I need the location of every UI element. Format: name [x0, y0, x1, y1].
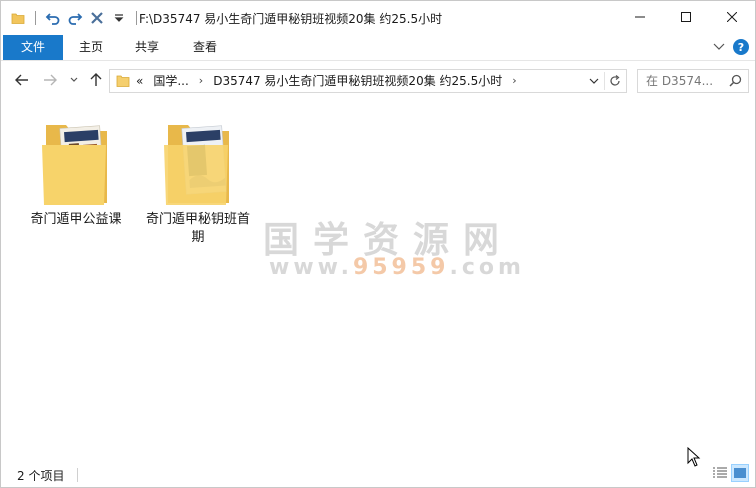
status-bar: 2 个项目	[1, 461, 755, 487]
navigation-bar: « 国学... › D35747 易小生奇门遁甲秘钥班视频20集 约25.5小时…	[1, 63, 755, 99]
ribbon-tabs: 文件 主页 共享 查看 ?	[1, 35, 755, 61]
item-count: 2 个项目	[17, 469, 65, 483]
divider	[136, 11, 137, 25]
folder-name: 奇门遁甲公益课	[30, 212, 122, 227]
search-icon	[729, 74, 742, 90]
folder-name: 奇门遁甲秘钥班首期	[145, 212, 250, 245]
refresh-button[interactable]	[604, 72, 624, 90]
breadcrumb-separator[interactable]: ›	[512, 70, 516, 92]
watermark-url-suffix: .com	[449, 255, 525, 280]
search-input[interactable]: 在 D3574...	[637, 69, 749, 93]
up-button[interactable]	[87, 71, 105, 89]
details-view-button[interactable]	[711, 464, 729, 482]
redo-icon[interactable]	[66, 9, 84, 27]
tab-share[interactable]: 共享	[125, 35, 169, 60]
minimize-icon	[635, 16, 645, 18]
close-icon	[727, 12, 737, 22]
divider	[77, 468, 78, 482]
folder-thumbnail-icon	[36, 115, 116, 211]
window-controls	[617, 1, 755, 33]
folder-item[interactable]: 奇门遁甲秘钥班首期	[143, 115, 253, 247]
large-icons-view-icon	[734, 468, 746, 478]
folder-icon[interactable]	[9, 9, 27, 27]
expand-ribbon-icon[interactable]	[713, 40, 725, 54]
breadcrumb-item-current[interactable]: D35747 易小生奇门遁甲秘钥班视频20集 约25.5小时	[213, 70, 502, 92]
back-button[interactable]	[13, 71, 31, 89]
tab-home[interactable]: 主页	[69, 35, 113, 60]
breadcrumb: « 国学... › D35747 易小生奇门遁甲秘钥班视频20集 约25.5小时…	[136, 70, 527, 92]
chevron-down-icon	[70, 77, 78, 82]
forward-button[interactable]	[41, 71, 59, 89]
watermark-url-prefix: www.	[269, 255, 353, 280]
ribbon-right-controls: ?	[713, 39, 749, 55]
customize-dropdown-icon[interactable]	[110, 9, 128, 27]
tab-view[interactable]: 查看	[183, 35, 227, 60]
minimize-button[interactable]	[617, 1, 663, 33]
mouse-cursor-icon	[687, 446, 701, 470]
breadcrumb-separator[interactable]: ›	[199, 70, 203, 92]
address-bar[interactable]: « 国学... › D35747 易小生奇门遁甲秘钥班视频20集 约25.5小时…	[109, 69, 627, 93]
close-button[interactable]	[709, 1, 755, 33]
folder-item[interactable]: 奇门遁甲公益课	[21, 115, 131, 229]
tab-file[interactable]: 文件	[3, 35, 63, 60]
folder-icon	[116, 74, 130, 91]
up-arrow-icon	[90, 73, 102, 86]
address-history-dropdown[interactable]	[586, 73, 602, 89]
search-placeholder: 在 D3574...	[646, 74, 714, 88]
details-view-icon	[713, 467, 727, 478]
folder-thumbnail-icon	[158, 115, 238, 211]
large-icons-view-button[interactable]	[731, 464, 749, 482]
recent-locations-button[interactable]	[65, 71, 83, 89]
watermark-url-highlight: 95959	[352, 255, 450, 280]
breadcrumb-overflow[interactable]: «	[136, 70, 143, 92]
quick-access-toolbar	[9, 9, 141, 27]
chevron-down-icon	[589, 78, 599, 84]
explorer-window: F:\D35747 易小生奇门遁甲秘钥班视频20集 约25.5小时 文件 主页 …	[0, 0, 756, 488]
breadcrumb-item-parent[interactable]: 国学...	[153, 70, 188, 92]
view-switcher	[711, 464, 749, 482]
maximize-icon	[681, 12, 691, 22]
window-title: F:\D35747 易小生奇门遁甲秘钥班视频20集 约25.5小时	[139, 12, 443, 26]
help-icon[interactable]: ?	[733, 39, 749, 55]
back-arrow-icon	[15, 74, 28, 86]
refresh-icon	[609, 75, 620, 86]
delete-icon[interactable]	[88, 9, 106, 27]
forward-arrow-icon	[44, 74, 57, 86]
divider	[35, 11, 36, 25]
undo-icon[interactable]	[44, 9, 62, 27]
watermark-url: www.95959.com	[269, 255, 525, 280]
title-bar: F:\D35747 易小生奇门遁甲秘钥班视频20集 约25.5小时	[1, 1, 755, 35]
maximize-button[interactable]	[663, 1, 709, 33]
file-list: 奇门遁甲公益课 奇门遁甲秘钥班首期 国学资源网 www.95959.com	[1, 101, 755, 457]
